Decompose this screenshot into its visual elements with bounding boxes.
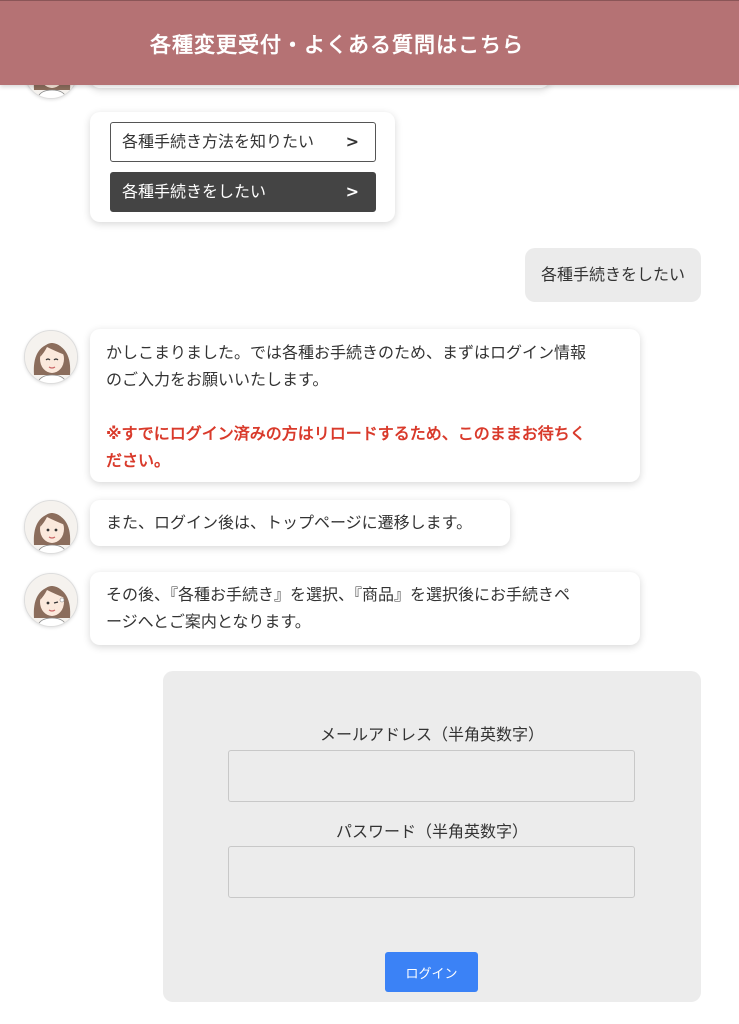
choice-label: 各種手続きをしたい <box>122 182 267 201</box>
message-text: ージへとご案内となります。 <box>106 612 311 631</box>
chevron-right-icon: > <box>345 182 359 201</box>
bot-message-bubble: その後、『各種お手続き』を選択、『商品』を選択後にお手続きペ ージへとご案内とな… <box>90 572 640 645</box>
message-text: また、ログイン後は、トップページに遷移します。 <box>106 513 473 532</box>
user-message-bubble: 各種手続きをしたい <box>524 248 701 302</box>
chevron-right-icon: > <box>345 132 359 151</box>
message-text: その後、『各種お手続き』を選択、『商品』を選択後にお手続きペ <box>106 585 571 604</box>
warning-text: ださい。 <box>106 451 171 470</box>
message-text: のご入力をお願いいたします。 <box>106 370 329 389</box>
password-label: パスワード（半角英数字） <box>335 822 528 841</box>
operator-avatar <box>24 573 78 627</box>
operator-avatar <box>24 500 78 554</box>
email-field[interactable] <box>228 750 635 802</box>
warning-text: ※すでにログイン済みの方はリロードするため、このままお待ちく <box>106 424 586 443</box>
bot-message-bubble: また、ログイン後は、トップページに遷移します。 <box>90 500 510 546</box>
email-label: メールアドレス（半角英数字） <box>319 725 544 744</box>
choice-do-procedures-button[interactable]: 各種手続きをしたい > <box>110 172 376 212</box>
header-bar: 各種変更受付・よくある質問はこちら <box>0 0 739 85</box>
choice-card: 各種手続き方法を知りたい > 各種手続きをしたい > <box>90 112 395 222</box>
message-text: かしこまりました。では各種お手続きのため、まずはログイン情報 <box>106 343 587 362</box>
woman-face-icon <box>25 501 77 553</box>
header-title[interactable]: 各種変更受付・よくある質問はこちら <box>0 29 674 59</box>
login-form-panel: メールアドレス（半角英数字） パスワード（半角英数字） ログイン <box>163 671 701 1002</box>
choice-label: 各種手続き方法を知りたい <box>122 132 315 151</box>
bot-message-bubble: かしこまりました。では各種お手続きのため、まずはログイン情報 のご入力をお願いい… <box>90 329 640 482</box>
woman-face-icon <box>25 331 77 383</box>
password-field[interactable] <box>228 846 635 898</box>
operator-avatar <box>24 330 78 384</box>
woman-face-icon <box>25 574 77 626</box>
choice-know-procedures-button[interactable]: 各種手続き方法を知りたい > <box>110 122 376 162</box>
login-button[interactable]: ログイン <box>385 952 478 992</box>
